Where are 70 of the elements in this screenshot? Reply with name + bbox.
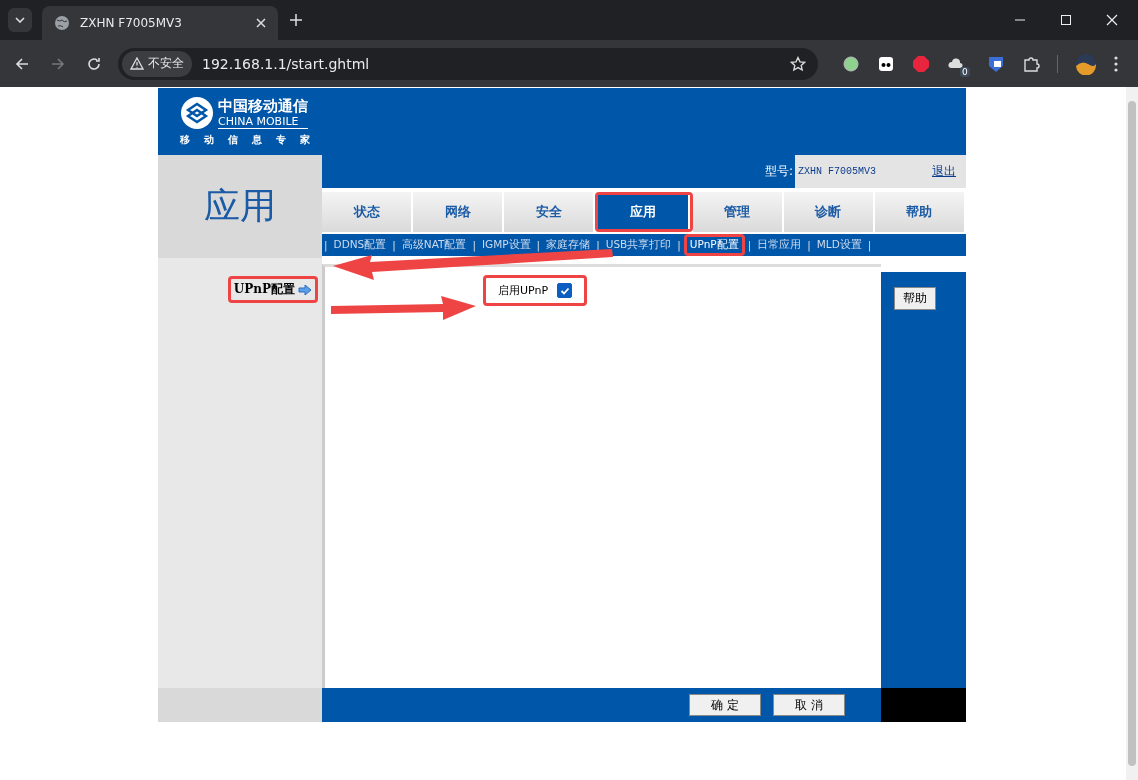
model-value: ZXHN F7005MV3 — [798, 166, 876, 177]
sub-menu-link[interactable]: 日常应用 — [757, 238, 802, 252]
scrollbar[interactable] — [1126, 87, 1138, 780]
separator: | — [392, 239, 396, 251]
browser-tab[interactable]: ZXHN F7005MV3 — [42, 6, 278, 40]
help-button[interactable]: 帮助 — [894, 287, 936, 310]
sub-menu-link[interactable]: UPnP配置 — [689, 238, 739, 252]
caret-icon — [15, 17, 25, 23]
close-icon[interactable] — [1106, 14, 1118, 26]
logo-text: 中国移动通信 — [218, 97, 308, 115]
logout-link[interactable]: 退出 — [932, 163, 956, 180]
separator: | — [472, 239, 476, 251]
forward-icon[interactable] — [50, 55, 66, 72]
slogan-char: 专 — [276, 133, 286, 147]
section-title: 应用 — [204, 184, 276, 228]
nav-tab[interactable]: 网络 — [413, 192, 505, 232]
separator: | — [536, 239, 541, 251]
profile-avatar-icon[interactable] — [1074, 52, 1097, 75]
slogan-char: 信 — [228, 133, 238, 147]
nav-tab[interactable]: 应用 — [598, 195, 690, 229]
extension-icon[interactable] — [842, 54, 860, 73]
separator: | — [324, 239, 328, 251]
globe-icon — [54, 15, 70, 31]
nav-tab[interactable]: 安全 — [504, 192, 596, 232]
separator: | — [807, 239, 811, 251]
sub-menu-link[interactable]: DDNS配置 — [333, 238, 387, 252]
slogan-char: 家 — [300, 133, 310, 147]
nav-tab[interactable]: 诊断 — [783, 192, 875, 232]
reload-icon[interactable] — [86, 55, 102, 72]
enable-checkbox[interactable] — [557, 283, 573, 298]
puzzle-icon[interactable] — [1021, 54, 1040, 73]
nav-tab[interactable]: 帮助 — [874, 192, 966, 232]
star-icon[interactable] — [790, 55, 806, 72]
tab-title: ZXHN F7005MV3 — [80, 16, 183, 30]
extension-badge: 0 — [960, 66, 970, 77]
url-text: 192.168.1.1/start.ghtml — [202, 55, 371, 72]
close-icon[interactable] — [256, 18, 266, 28]
separator: | — [747, 239, 752, 251]
form-button[interactable]: 取 消 — [773, 694, 845, 716]
model-label: 型号: — [764, 163, 794, 180]
sub-menu-link[interactable]: USB共享打印 — [605, 238, 672, 252]
new-tab-icon[interactable] — [290, 14, 302, 26]
extension-icon[interactable] — [877, 54, 895, 73]
form-button[interactable]: 确 定 — [689, 694, 761, 716]
sub-menu-link[interactable]: 家庭存储 — [546, 238, 591, 252]
slogan-char: 动 — [204, 133, 214, 147]
slogan-char: 息 — [252, 133, 262, 147]
sidebar-item[interactable]: UPnP配置 — [233, 281, 295, 298]
arrow-icon — [298, 283, 312, 296]
warning-icon — [130, 57, 144, 70]
nav-tab[interactable]: 管理 — [692, 192, 784, 232]
slogan-char: 移 — [180, 133, 190, 147]
logo-icon — [180, 96, 214, 130]
sub-menu-link[interactable]: IGMP设置 — [482, 238, 531, 252]
adblock-icon[interactable] — [912, 54, 930, 73]
back-icon[interactable] — [14, 55, 30, 72]
address-bar[interactable]: 不安全 192.168.1.1/start.ghtml — [118, 47, 818, 80]
separator: | — [867, 239, 872, 251]
maximize-icon[interactable] — [1060, 14, 1072, 26]
nav-tab[interactable]: 状态 — [322, 192, 414, 232]
tab-search-button[interactable] — [8, 8, 32, 32]
check-icon — [559, 285, 570, 296]
menu-icon[interactable] — [1113, 55, 1118, 72]
security-chip[interactable]: 不安全 — [122, 50, 192, 77]
sub-menu-link[interactable]: MLD设置 — [816, 238, 862, 252]
sub-menu-link[interactable]: 高级NAT配置 — [401, 238, 467, 252]
shield-icon[interactable] — [986, 54, 1005, 73]
separator: | — [677, 239, 681, 251]
logo-subtext: CHINA MOBILE — [218, 115, 308, 129]
field-label: 启用UPnP — [498, 283, 549, 298]
